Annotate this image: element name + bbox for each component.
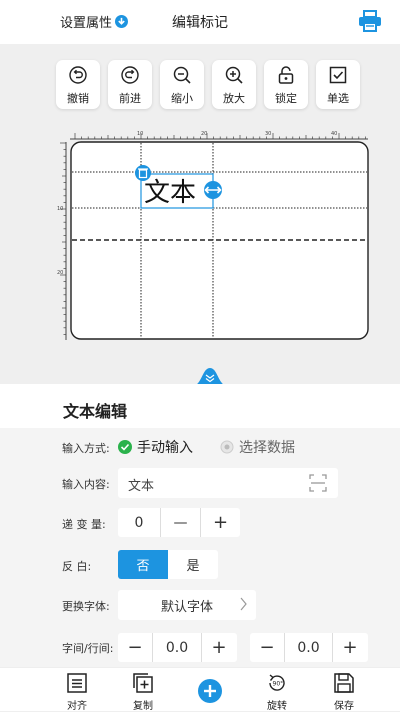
font-label: 更换字体:	[62, 600, 110, 613]
delete-handle-icon[interactable]	[135, 165, 151, 181]
zoom-in-button[interactable]: 放大	[212, 60, 256, 109]
content-input-value: 文本	[128, 479, 155, 494]
save-button[interactable]: 保存	[324, 672, 364, 712]
align-icon	[67, 673, 87, 693]
check-circle-icon	[118, 440, 132, 454]
ruler-tick-label: 10	[57, 206, 63, 212]
left-ruler: 10 20	[57, 142, 67, 340]
spacing-label: 字间/行间:	[62, 642, 114, 655]
line-spacing-minus-button[interactable]: −	[250, 633, 284, 662]
chevron-right-icon	[240, 597, 247, 611]
line-spacing-value[interactable]: 0.0	[285, 633, 332, 662]
zoom-in-icon	[225, 66, 243, 84]
redo-button[interactable]: 前进	[108, 60, 152, 109]
char-spacing-plus-button[interactable]: +	[202, 633, 236, 662]
redo-icon	[121, 66, 139, 84]
top-ruler: 10 20 30 40	[70, 131, 368, 140]
radio-unchecked-icon	[220, 440, 234, 454]
text-edit-panel: 文本编辑 输入方式: 手动输入 选择数据 输入内容: 文本 递 变 量: 0 —…	[0, 384, 400, 667]
form-area	[0, 428, 400, 667]
ruler-tick-label: 10	[137, 131, 143, 137]
zoom-out-button[interactable]: 缩小	[160, 60, 204, 109]
invert-yes-option[interactable]: 是	[168, 550, 218, 579]
checkbox-icon	[329, 66, 347, 84]
page-title: 编辑标记	[172, 15, 228, 31]
line-spacing-plus-button[interactable]: +	[333, 633, 367, 662]
char-spacing-value[interactable]: 0.0	[153, 633, 201, 662]
radio-manual-input-label: 手动输入	[137, 440, 193, 456]
align-button[interactable]: 对齐	[57, 672, 97, 712]
char-spacing-stepper: − 0.0 +	[118, 633, 237, 662]
copy-label: 复制	[133, 701, 153, 712]
rotate-icon: 90°	[269, 674, 285, 691]
undo-label: 撤销	[67, 92, 89, 105]
invert-toggle: 否 是	[118, 550, 218, 579]
lock-button[interactable]: 锁定	[264, 60, 308, 109]
resize-handle-icon[interactable]	[204, 181, 222, 199]
font-select-value: 默认字体	[160, 599, 213, 615]
redo-label: 前进	[119, 92, 141, 105]
ruler-tick-label: 20	[201, 131, 207, 137]
single-select-label: 单选	[327, 92, 349, 105]
align-label: 对齐	[67, 701, 87, 712]
undo-icon	[69, 66, 87, 84]
panel-title: 文本编辑	[63, 402, 128, 421]
ruler-tick-label: 40	[331, 131, 337, 137]
rotate-label: 旋转	[267, 701, 287, 712]
top-bar: 设置属性 编辑标记	[0, 0, 400, 44]
label-canvas: 10 20 30 40 10 20 文本	[57, 131, 369, 340]
undo-button[interactable]: 撤销	[56, 60, 100, 109]
radio-select-data[interactable]: 选择数据	[220, 437, 295, 457]
copy-button[interactable]: 复制	[123, 672, 163, 712]
edit-toolbar: 撤销 前进 缩小 放大 锁定 单选	[56, 60, 360, 109]
zoom-in-label: 放大	[223, 92, 245, 105]
ruler-tick-label: 30	[265, 131, 271, 137]
increment-minus-button[interactable]: —	[161, 508, 200, 537]
text-element[interactable]: 文本	[144, 178, 196, 208]
add-element-button[interactable]	[198, 679, 222, 703]
radio-select-data-label: 选择数据	[239, 440, 295, 456]
lock-icon	[278, 66, 294, 84]
input-mode-label: 输入方式:	[62, 442, 110, 455]
content-label: 输入内容:	[62, 478, 110, 491]
rotate-button[interactable]: 90° 旋转	[257, 672, 297, 712]
increment-label: 递 变 量:	[62, 518, 106, 531]
rotate-badge: 90°	[273, 681, 284, 688]
lock-label: 锁定	[275, 92, 297, 105]
increment-value[interactable]: 0	[118, 508, 160, 537]
invert-no-option[interactable]: 否	[118, 550, 168, 579]
invert-label: 反 白:	[62, 560, 92, 573]
copy-icon	[133, 673, 153, 693]
ruler-tick-label: 20	[57, 270, 63, 276]
label-canvas-area: 10 20 30 40 10 20 文本	[0, 126, 400, 376]
scan-icon[interactable]	[308, 473, 328, 493]
char-spacing-minus-button[interactable]: −	[118, 633, 152, 662]
increment-stepper: 0 — +	[118, 508, 240, 537]
save-label: 保存	[334, 701, 354, 712]
zoom-out-icon	[173, 66, 191, 84]
zoom-out-label: 缩小	[171, 92, 193, 105]
increment-plus-button[interactable]: +	[201, 508, 240, 537]
radio-manual-input[interactable]: 手动输入	[118, 437, 193, 457]
font-select[interactable]: 默认字体	[118, 590, 256, 620]
content-input[interactable]: 文本	[118, 468, 338, 498]
collapse-panel-icon[interactable]	[192, 366, 228, 386]
save-icon	[334, 673, 354, 693]
line-spacing-stepper: − 0.0 +	[250, 633, 368, 662]
plus-icon	[204, 685, 216, 697]
single-select-button[interactable]: 单选	[316, 60, 360, 109]
print-icon[interactable]	[358, 10, 382, 32]
